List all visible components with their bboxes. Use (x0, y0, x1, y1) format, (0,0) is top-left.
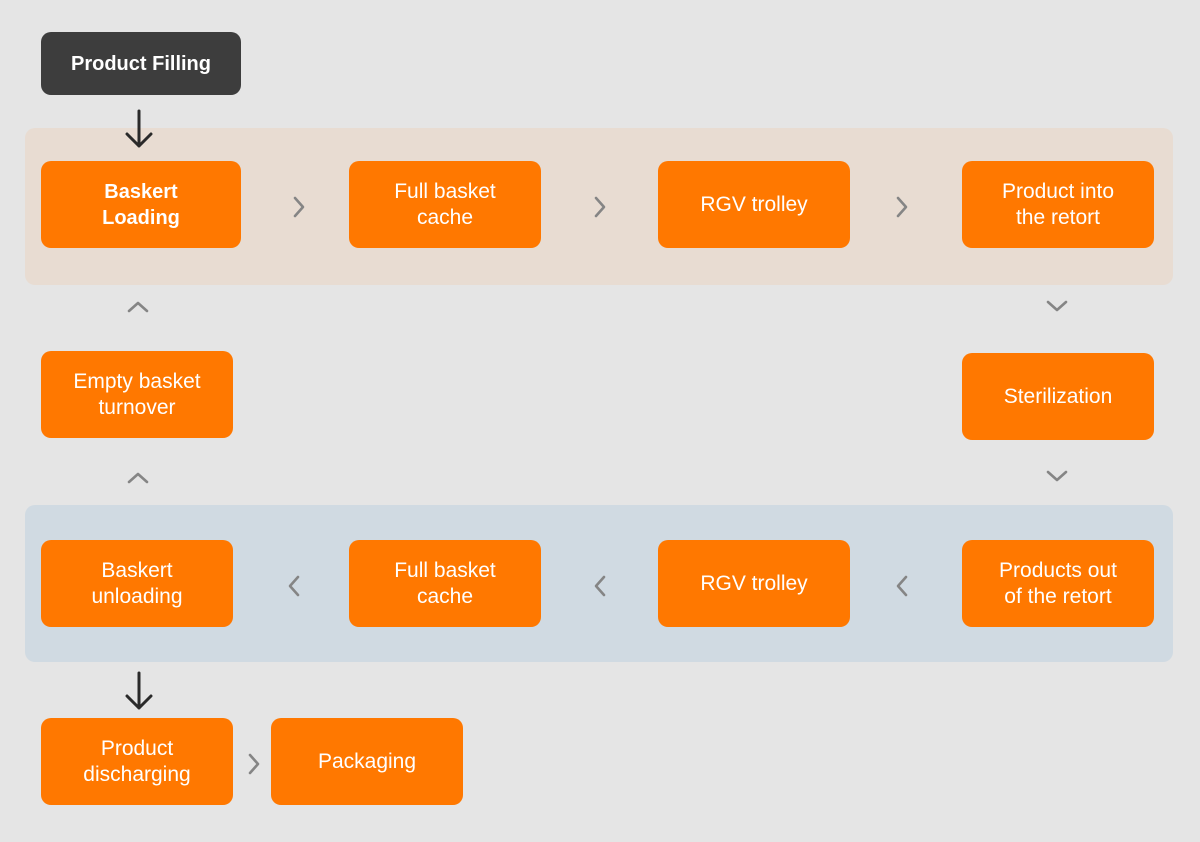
step-basket-unloading[interactable]: Baskert unloading (41, 540, 233, 627)
step-full-basket-cache-unloading[interactable]: Full basket cache (349, 540, 541, 627)
step-full-basket-cache-loading[interactable]: Full basket cache (349, 161, 541, 248)
chevron-left-icon (282, 574, 306, 598)
arrow-down-icon (122, 108, 156, 150)
step-rgv-trolley-loading[interactable]: RGV trolley (658, 161, 850, 248)
chevron-right-icon (287, 195, 311, 219)
chevron-down-icon (1045, 294, 1069, 318)
step-empty-basket-turnover[interactable]: Empty basket turnover (41, 351, 233, 438)
chevron-right-icon (588, 195, 612, 219)
chevron-left-icon (588, 574, 612, 598)
step-sterilization[interactable]: Sterilization (962, 353, 1154, 440)
chevron-right-icon (242, 752, 266, 776)
chevron-up-icon (126, 295, 150, 319)
chevron-right-icon (890, 195, 914, 219)
step-packaging[interactable]: Packaging (271, 718, 463, 805)
step-basket-loading[interactable]: Baskert Loading (41, 161, 241, 248)
step-product-into-retort[interactable]: Product into the retort (962, 161, 1154, 248)
chevron-up-icon (126, 466, 150, 490)
arrow-down-icon (122, 670, 156, 712)
step-products-out-of-retort[interactable]: Products out of the retort (962, 540, 1154, 627)
step-product-filling[interactable]: Product Filling (41, 32, 241, 95)
chevron-left-icon (890, 574, 914, 598)
step-product-discharging[interactable]: Product discharging (41, 718, 233, 805)
chevron-down-icon (1045, 464, 1069, 488)
step-rgv-trolley-unloading[interactable]: RGV trolley (658, 540, 850, 627)
